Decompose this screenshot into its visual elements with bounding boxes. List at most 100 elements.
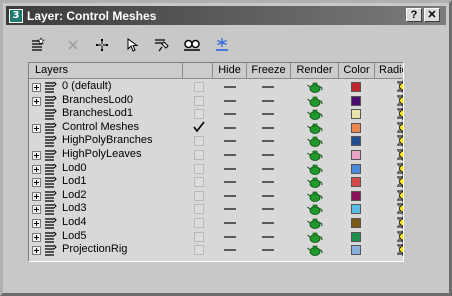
expand-toggle-icon[interactable] <box>32 164 41 174</box>
radiosity-icon[interactable] <box>396 121 404 134</box>
title-bar[interactable]: 3 Layer: Control Meshes ? ✕ <box>6 6 446 25</box>
render-teapot-icon[interactable] <box>307 135 323 148</box>
hide-toggle[interactable] <box>224 126 236 129</box>
layer-row[interactable]: Lod1 <box>29 175 404 189</box>
render-teapot-icon[interactable] <box>307 203 323 216</box>
freeze-toggle[interactable] <box>262 249 274 252</box>
set-current-checkbox[interactable] <box>194 217 204 228</box>
freeze-toggle[interactable] <box>262 140 274 143</box>
layer-color-swatch[interactable] <box>351 109 361 120</box>
layer-name[interactable]: Lod5 <box>62 230 86 243</box>
hide-toggle[interactable] <box>224 167 236 170</box>
render-teapot-icon[interactable] <box>307 176 323 189</box>
expand-toggle-icon[interactable] <box>32 218 41 228</box>
hide-toggle[interactable] <box>224 113 236 116</box>
hide-toggle[interactable] <box>224 181 236 184</box>
render-teapot-icon[interactable] <box>307 95 323 107</box>
layer-row[interactable]: Lod5 <box>29 230 403 244</box>
freeze-toggle[interactable] <box>262 153 274 156</box>
set-current-checkbox[interactable] <box>194 109 204 120</box>
layer-color-swatch[interactable] <box>351 204 361 215</box>
set-current-checkbox[interactable] <box>194 204 204 215</box>
hide-toggle[interactable] <box>224 86 236 88</box>
expand-toggle-icon[interactable] <box>32 83 41 92</box>
freeze-toggle[interactable] <box>262 181 274 184</box>
radiosity-icon[interactable] <box>396 175 404 189</box>
layer-row[interactable]: Control Meshes <box>29 121 404 135</box>
freeze-toggle[interactable] <box>262 235 274 238</box>
create-layer-button[interactable] <box>26 33 50 57</box>
hide-column-header[interactable]: Hide <box>213 63 247 79</box>
hide-toggle[interactable] <box>224 221 236 224</box>
render-teapot-icon[interactable] <box>307 122 323 134</box>
expand-toggle-icon[interactable] <box>32 232 41 242</box>
radiosity-column-header[interactable]: Radiosity <box>375 63 403 79</box>
freeze-all-button[interactable] <box>210 33 234 57</box>
radiosity-icon[interactable] <box>396 189 404 202</box>
checkmark-icon[interactable] <box>192 121 206 134</box>
radiosity-icon[interactable] <box>396 243 404 257</box>
layer-row[interactable]: Lod2 <box>29 189 404 203</box>
hide-toggle[interactable] <box>224 99 236 102</box>
layer-row[interactable]: Lod4 <box>29 216 403 230</box>
render-teapot-icon[interactable] <box>307 149 323 161</box>
freeze-column-header[interactable]: Freeze <box>247 63 291 79</box>
hide-all-button[interactable] <box>180 33 204 57</box>
layer-name[interactable]: Lod0 <box>62 162 86 175</box>
radiosity-icon[interactable] <box>396 162 404 175</box>
layer-name[interactable]: Lod2 <box>62 189 86 202</box>
layer-color-swatch[interactable] <box>351 163 361 174</box>
render-teapot-icon[interactable] <box>307 231 323 243</box>
layer-color-swatch[interactable] <box>351 217 361 228</box>
hide-toggle[interactable] <box>224 153 236 156</box>
delete-layer-button[interactable] <box>61 33 85 57</box>
layer-color-swatch[interactable] <box>351 149 361 160</box>
layer-color-swatch[interactable] <box>351 177 361 188</box>
layer-color-swatch[interactable] <box>351 231 361 242</box>
color-column-header[interactable]: Color <box>339 63 375 79</box>
radiosity-icon[interactable] <box>396 148 404 161</box>
layer-name[interactable]: BranchesLod1 <box>62 107 133 120</box>
radiosity-icon[interactable] <box>396 80 404 93</box>
radiosity-icon[interactable] <box>396 134 404 148</box>
hide-toggle[interactable] <box>224 235 236 238</box>
radiosity-icon[interactable] <box>396 202 404 216</box>
layer-row[interactable]: Lod0 <box>29 162 404 176</box>
set-current-checkbox[interactable] <box>194 149 204 160</box>
layer-name[interactable]: Control Meshes <box>62 121 139 134</box>
render-teapot-icon[interactable] <box>307 108 323 121</box>
layer-row[interactable]: HighPolyLeaves <box>29 148 404 162</box>
layer-row[interactable]: ProjectionRig <box>29 243 404 257</box>
freeze-toggle[interactable] <box>262 126 274 129</box>
expand-toggle-icon[interactable] <box>32 178 41 188</box>
layer-name[interactable]: BranchesLod0 <box>62 94 133 107</box>
set-current-checkbox[interactable] <box>194 231 204 242</box>
layer-name[interactable]: HighPolyBranches <box>62 134 153 147</box>
expand-toggle-icon[interactable] <box>32 150 41 160</box>
layer-color-swatch[interactable] <box>351 122 361 133</box>
hide-toggle[interactable] <box>224 249 236 252</box>
hide-toggle[interactable] <box>224 208 236 211</box>
layer-row[interactable]: 0 (default) <box>29 80 404 94</box>
select-objects-button[interactable] <box>120 33 144 57</box>
render-teapot-icon[interactable] <box>307 163 323 175</box>
freeze-toggle[interactable] <box>262 86 274 88</box>
layer-name[interactable]: HighPolyLeaves <box>62 148 142 161</box>
highlight-layer-button[interactable] <box>150 33 174 57</box>
set-current-checkbox[interactable] <box>194 136 204 147</box>
active-column-header[interactable] <box>183 63 213 79</box>
render-teapot-icon[interactable] <box>307 244 323 257</box>
layer-name[interactable]: Lod1 <box>62 175 86 188</box>
render-teapot-icon[interactable] <box>307 190 323 202</box>
freeze-toggle[interactable] <box>262 194 274 197</box>
layer-name[interactable]: Lod3 <box>62 202 86 215</box>
layer-row[interactable]: Lod3 <box>29 202 404 216</box>
layer-color-swatch[interactable] <box>351 82 361 92</box>
close-button[interactable]: ✕ <box>424 8 440 22</box>
radiosity-icon[interactable] <box>396 107 404 121</box>
hide-toggle[interactable] <box>224 194 236 197</box>
hide-toggle[interactable] <box>224 140 236 143</box>
freeze-toggle[interactable] <box>262 113 274 116</box>
set-current-checkbox[interactable] <box>194 163 204 174</box>
expand-toggle-icon[interactable] <box>32 246 41 256</box>
